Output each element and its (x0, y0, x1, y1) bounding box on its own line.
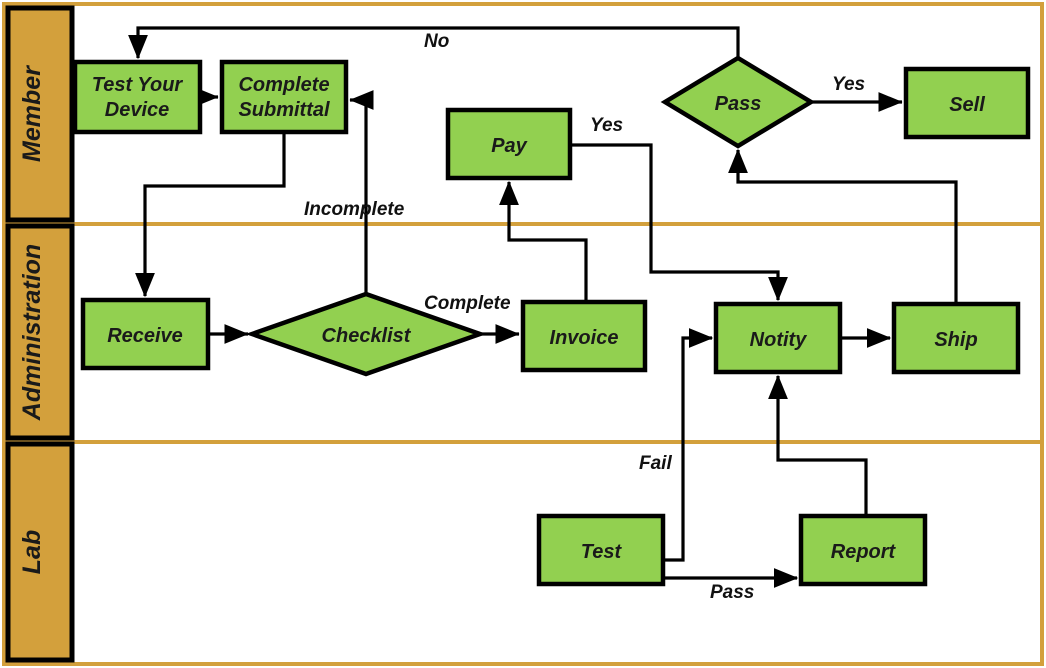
node-test[interactable]: Test (536, 513, 666, 587)
lane-label-administration: Administration (18, 244, 46, 421)
node-label-test: Test (581, 541, 623, 563)
node-test-your-device[interactable]: Test Your Device (72, 59, 203, 135)
lane-header-lab: Lab (5, 441, 75, 663)
swimlane-flowchart: Member Administration Lab Test Your Devi… (2, 2, 1044, 666)
edge-label-yes-pay: Yes (590, 115, 623, 136)
node-label-pay: Pay (491, 135, 527, 157)
lane-header-member: Member (5, 5, 75, 223)
edge-label-fail: Fail (639, 453, 672, 474)
node-invoice[interactable]: Invoice (520, 299, 648, 373)
node-report[interactable]: Report (798, 513, 928, 587)
edge-label-incomplete: Incomplete (304, 199, 405, 220)
node-sell[interactable]: Sell (903, 66, 1031, 140)
node-label-checklist: Checklist (322, 325, 412, 347)
node-complete-submittal[interactable]: Complete Submittal (219, 59, 349, 135)
node-label-test-your-device-line1: Test Your (92, 74, 184, 96)
node-label-sell: Sell (949, 94, 985, 116)
edge-label-no: No (424, 31, 449, 52)
lane-label-lab: Lab (18, 530, 46, 574)
node-label-receive: Receive (107, 325, 183, 347)
node-label-complete-submittal-line2: Submittal (238, 99, 330, 121)
node-label-pass: Pass (715, 93, 762, 115)
lane-label-member: Member (18, 65, 46, 162)
node-notity[interactable]: Notity (713, 301, 843, 375)
node-label-notity: Notity (750, 329, 808, 351)
flowchart-canvas: Member Administration Lab Test Your Devi… (0, 0, 1046, 668)
edge-label-pass-lab: Pass (710, 582, 754, 603)
node-label-ship: Ship (934, 329, 977, 351)
edge-label-yes-pass: Yes (832, 74, 865, 95)
node-ship[interactable]: Ship (891, 301, 1021, 375)
node-pay[interactable]: Pay (445, 107, 573, 181)
node-receive[interactable]: Receive (80, 297, 211, 371)
node-label-complete-submittal-line1: Complete (238, 74, 329, 96)
edge-label-complete: Complete (424, 293, 511, 314)
node-label-report: Report (831, 541, 897, 563)
lane-header-administration: Administration (5, 223, 75, 441)
node-label-invoice: Invoice (550, 327, 619, 349)
node-label-test-your-device-line2: Device (105, 99, 170, 121)
